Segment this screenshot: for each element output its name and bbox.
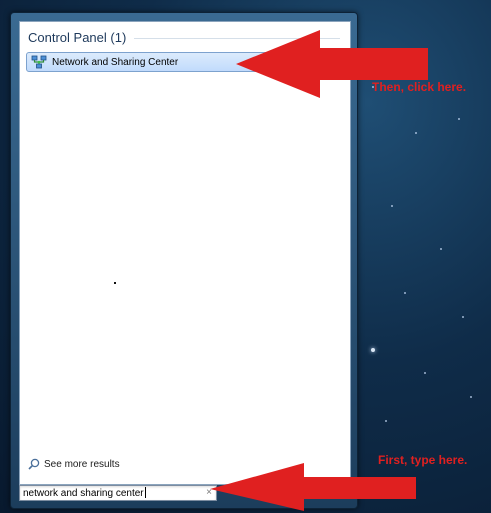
see-more-results-link[interactable]: See more results <box>28 458 120 470</box>
star <box>415 132 417 134</box>
text-caret <box>144 487 146 498</box>
star <box>462 316 464 318</box>
click-here-annotation: Then, click here. <box>372 80 467 94</box>
network-sharing-icon <box>31 55 47 69</box>
star <box>470 396 472 398</box>
search-value: network and sharing center <box>23 487 146 499</box>
search-input[interactable]: network and sharing center × <box>19 485 217 501</box>
star <box>440 248 442 250</box>
star <box>371 348 375 352</box>
star <box>424 372 426 374</box>
section-title: Control Panel (1) <box>28 30 127 45</box>
star <box>391 205 393 207</box>
stray-dot <box>114 282 116 284</box>
star <box>385 420 387 422</box>
star <box>458 118 460 120</box>
type-here-arrow <box>210 463 416 511</box>
magnifier-icon <box>28 458 40 470</box>
see-more-label: See more results <box>44 458 120 470</box>
result-label: Network and Sharing Center <box>52 56 179 68</box>
star <box>404 292 406 294</box>
